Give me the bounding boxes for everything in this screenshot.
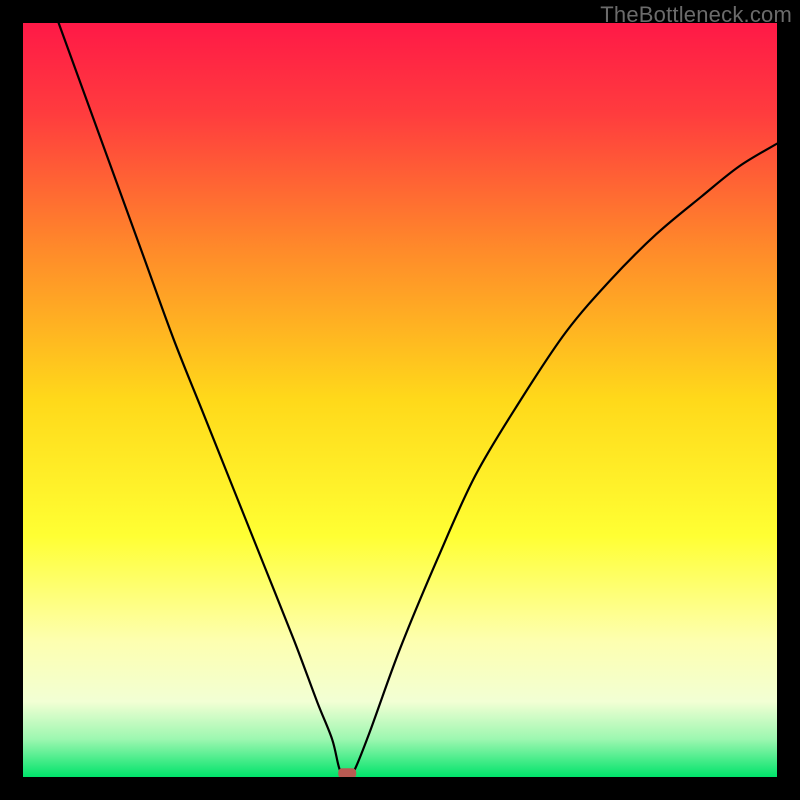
gradient-background: [23, 23, 777, 777]
vertex-marker: [338, 768, 356, 777]
plot-area: [23, 23, 777, 777]
chart-svg: [23, 23, 777, 777]
chart-frame: TheBottleneck.com: [0, 0, 800, 800]
watermark-text: TheBottleneck.com: [600, 2, 792, 28]
